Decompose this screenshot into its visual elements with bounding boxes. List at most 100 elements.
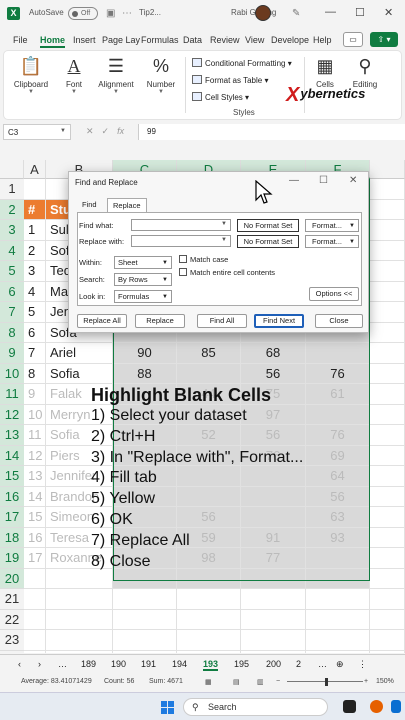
formula-input[interactable]: 99: [138, 124, 405, 140]
match-entire-checkbox[interactable]: Match entire cell contents: [179, 268, 275, 277]
fx-icon[interactable]: fx: [117, 126, 124, 136]
grid-cell[interactable]: [113, 609, 177, 630]
grid-cell[interactable]: 68: [241, 343, 306, 364]
grid-cell[interactable]: 90: [113, 343, 177, 364]
page-break-icon[interactable]: ▥: [257, 678, 264, 686]
grid-cell[interactable]: [24, 650, 46, 653]
grid-cell[interactable]: 6: [24, 322, 46, 343]
row-header[interactable]: 18: [0, 527, 24, 548]
grid-cell[interactable]: 64: [306, 466, 370, 487]
grid-cell[interactable]: [370, 589, 405, 610]
grid-cell[interactable]: 4: [24, 281, 46, 302]
grid-cell[interactable]: 9: [24, 384, 46, 405]
row-header[interactable]: 9: [0, 343, 24, 364]
find-all-button[interactable]: Find All: [197, 314, 247, 328]
grid-cell[interactable]: [177, 650, 241, 653]
tab-find[interactable]: Find: [77, 198, 102, 212]
row-header[interactable]: 4: [0, 240, 24, 261]
minimize-button[interactable]: —: [325, 6, 336, 18]
grid-cell[interactable]: [370, 404, 405, 425]
grid-cell[interactable]: 13: [24, 466, 46, 487]
grid-cell[interactable]: [306, 568, 370, 589]
grid-cell[interactable]: 8: [24, 363, 46, 384]
grid-cell[interactable]: 76: [306, 363, 370, 384]
grid-cell[interactable]: [24, 609, 46, 630]
row-header[interactable]: 17: [0, 507, 24, 528]
app-icon[interactable]: [343, 700, 356, 713]
grid-cell[interactable]: [370, 220, 405, 241]
grid-cell[interactable]: [370, 240, 405, 261]
tab-replace[interactable]: Replace: [107, 198, 147, 212]
grid-cell[interactable]: [24, 568, 46, 589]
grid-cell[interactable]: [370, 527, 405, 548]
restore-button[interactable]: ☐: [355, 6, 365, 19]
grid-cell[interactable]: [113, 589, 177, 610]
grid-cell[interactable]: 11: [24, 425, 46, 446]
row-header[interactable]: 20: [0, 568, 24, 589]
tab-data[interactable]: Data: [183, 35, 202, 45]
grid-cell[interactable]: [370, 650, 405, 653]
grid-cell[interactable]: 10: [24, 404, 46, 425]
match-case-checkbox[interactable]: Match case: [179, 255, 228, 264]
firefox-icon[interactable]: [370, 700, 383, 713]
look-in-select[interactable]: Formulas ▼: [114, 290, 172, 303]
grid-cell[interactable]: [370, 609, 405, 630]
grid-cell[interactable]: [370, 384, 405, 405]
grid-cell[interactable]: [113, 650, 177, 653]
grid-cell[interactable]: [113, 630, 177, 651]
grid-cell[interactable]: [177, 363, 241, 384]
check-icon[interactable]: ✓: [102, 126, 110, 136]
row-header[interactable]: 16: [0, 486, 24, 507]
grid-cell[interactable]: [241, 630, 306, 651]
more-icon[interactable]: ⋯: [122, 8, 132, 19]
row-header[interactable]: 15: [0, 466, 24, 487]
column-header-a[interactable]: A: [24, 160, 46, 179]
tab-file[interactable]: File: [13, 35, 28, 45]
replace-button[interactable]: Replace: [135, 314, 185, 328]
pen-icon[interactable]: ✎: [292, 8, 300, 19]
row-header[interactable]: 19: [0, 548, 24, 569]
row-header[interactable]: 13: [0, 425, 24, 446]
more-sheets-icon[interactable]: …: [318, 659, 327, 669]
grid-cell[interactable]: [46, 589, 113, 610]
row-header[interactable]: 24: [0, 650, 24, 653]
zoom-out-icon[interactable]: −: [276, 678, 280, 685]
grid-cell[interactable]: 15: [24, 507, 46, 528]
tab-help[interactable]: Help: [313, 35, 332, 45]
grid-cell[interactable]: 56: [306, 486, 370, 507]
grid-cell[interactable]: [370, 302, 405, 323]
tab-home[interactable]: Home: [40, 35, 66, 48]
find-format-button[interactable]: Format... ▼: [305, 219, 359, 232]
grid-cell[interactable]: [306, 589, 370, 610]
grid-cell[interactable]: 85: [177, 343, 241, 364]
normal-view-icon[interactable]: ▦: [205, 678, 212, 686]
tab-view[interactable]: View: [245, 35, 264, 45]
sheet-menu-icon[interactable]: ⋮: [358, 659, 367, 670]
grid-cell[interactable]: [370, 281, 405, 302]
column-header-g[interactable]: [370, 160, 405, 179]
row-header[interactable]: 10: [0, 363, 24, 384]
tab-review[interactable]: Review: [210, 35, 240, 45]
grid-cell[interactable]: 7: [24, 343, 46, 364]
save-icon[interactable]: ▣: [106, 8, 115, 19]
row-header[interactable]: 21: [0, 589, 24, 610]
row-header[interactable]: 11: [0, 384, 24, 405]
close-window-button[interactable]: ✕: [384, 6, 393, 19]
sheet-tab[interactable]: 191: [141, 659, 156, 669]
grid-cell[interactable]: 1: [24, 220, 46, 241]
grid-cell[interactable]: 17: [24, 548, 46, 569]
replace-with-input[interactable]: ▼: [131, 235, 231, 247]
sheet-tab-active[interactable]: 193: [203, 659, 219, 671]
sheet-tab[interactable]: 200: [266, 659, 281, 669]
grid-cell[interactable]: 16: [24, 527, 46, 548]
grid-cell[interactable]: [370, 568, 405, 589]
grid-cell[interactable]: 3: [24, 261, 46, 282]
grid-cell[interactable]: [177, 630, 241, 651]
zoom-level[interactable]: 150%: [376, 678, 394, 685]
conditional-formatting-button[interactable]: Conditional Formatting ▾: [192, 57, 292, 74]
grid-cell[interactable]: 14: [24, 486, 46, 507]
grid-cell[interactable]: [306, 404, 370, 425]
grid-cell[interactable]: [370, 445, 405, 466]
page-layout-icon[interactable]: ▤: [233, 678, 240, 686]
share-button[interactable]: ⇧ ▾: [370, 32, 398, 47]
